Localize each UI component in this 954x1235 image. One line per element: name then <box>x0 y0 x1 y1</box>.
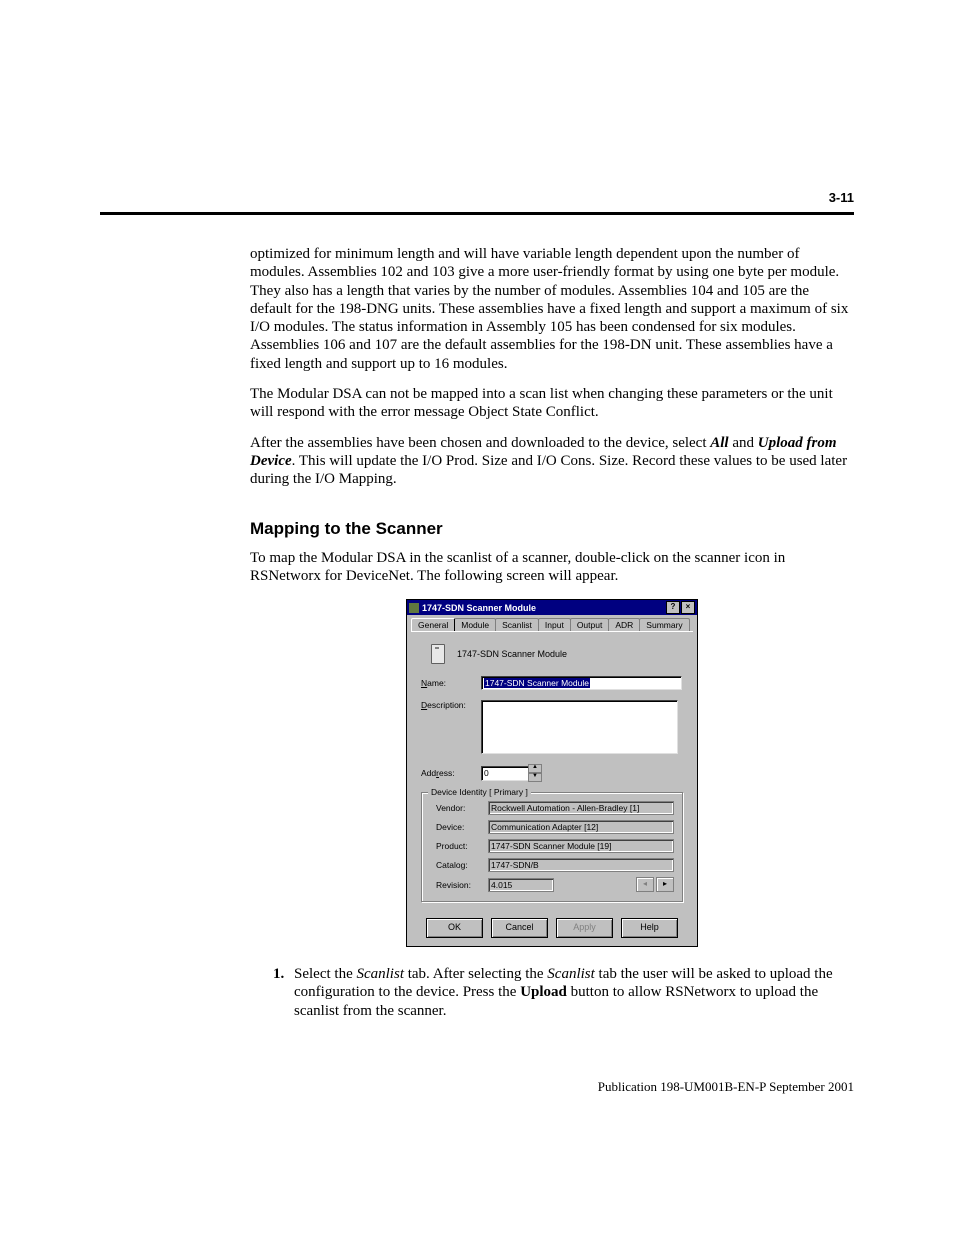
close-icon[interactable]: × <box>681 601 695 614</box>
tab-summary[interactable]: Summary <box>639 618 689 631</box>
tab-adr[interactable]: ADR <box>608 618 640 631</box>
ok-button[interactable]: OK <box>426 918 483 938</box>
body-paragraph: After the assemblies have been chosen an… <box>250 434 854 489</box>
dialog-title: 1747-SDN Scanner Module <box>422 603 666 613</box>
dialog-tabs: General Module Scanlist Input Output ADR… <box>407 615 697 631</box>
product-label: Product: <box>430 841 488 851</box>
revision-label: Revision: <box>430 880 488 890</box>
identity-next-button[interactable]: ▸ <box>656 877 674 892</box>
tab-module[interactable]: Module <box>454 618 496 631</box>
module-icon <box>431 644 445 664</box>
address-label: Address: <box>421 768 481 778</box>
catalog-label: Catalog: <box>430 860 488 870</box>
fieldset-legend: Device Identity [ Primary ] <box>428 787 531 797</box>
device-identity-fieldset: Device Identity [ Primary ] Vendor: Rock… <box>421 792 683 902</box>
address-spin-up[interactable]: ▲ <box>528 764 542 773</box>
address-field[interactable]: 0 <box>481 766 529 781</box>
tab-output[interactable]: Output <box>570 618 610 631</box>
address-spin-down[interactable]: ▼ <box>528 773 542 782</box>
cancel-button[interactable]: Cancel <box>491 918 548 938</box>
step-list: Select the Scanlist tab. After selecting… <box>250 965 854 1020</box>
vendor-label: Vendor: <box>430 803 488 813</box>
identity-prev-button[interactable]: ◂ <box>636 877 654 892</box>
header-rule <box>100 212 854 215</box>
catalog-value: 1747-SDN/B <box>488 858 674 872</box>
module-title: 1747-SDN Scanner Module <box>457 649 567 659</box>
tab-general[interactable]: General <box>411 618 455 631</box>
scanner-module-dialog: 1747-SDN Scanner Module ? × General Modu… <box>406 599 698 947</box>
name-field[interactable]: 1747-SDN Scanner Module <box>481 676 682 690</box>
publication-footer: Publication 198-UM001B-EN-P September 20… <box>598 1079 854 1095</box>
apply-button[interactable]: Apply <box>556 918 613 938</box>
description-label: Description: <box>421 700 481 710</box>
dialog-titlebar: 1747-SDN Scanner Module ? × <box>407 600 697 615</box>
description-field[interactable] <box>481 700 678 754</box>
vendor-value: Rockwell Automation - Allen-Bradley [1] <box>488 801 674 815</box>
help-icon[interactable]: ? <box>666 601 680 614</box>
product-value: 1747-SDN Scanner Module [19] <box>488 839 674 853</box>
revision-value: 4.015 <box>488 878 554 892</box>
page-number: 3-11 <box>829 190 854 205</box>
body-paragraph: The Modular DSA can not be mapped into a… <box>250 385 854 422</box>
device-label: Device: <box>430 822 488 832</box>
app-icon <box>409 603 419 613</box>
tab-pane-general: 1747-SDN Scanner Module Name: 1747-SDN S… <box>411 631 693 902</box>
step-item: Select the Scanlist tab. After selecting… <box>288 965 854 1020</box>
name-label: Name: <box>421 678 481 688</box>
tab-input[interactable]: Input <box>538 618 571 631</box>
help-button[interactable]: Help <box>621 918 678 938</box>
body-paragraph: optimized for minimum length and will ha… <box>250 245 854 373</box>
tab-scanlist[interactable]: Scanlist <box>495 618 539 631</box>
section-heading: Mapping to the Scanner <box>250 519 854 539</box>
body-paragraph: To map the Modular DSA in the scanlist o… <box>250 549 854 586</box>
device-value: Communication Adapter [12] <box>488 820 674 834</box>
